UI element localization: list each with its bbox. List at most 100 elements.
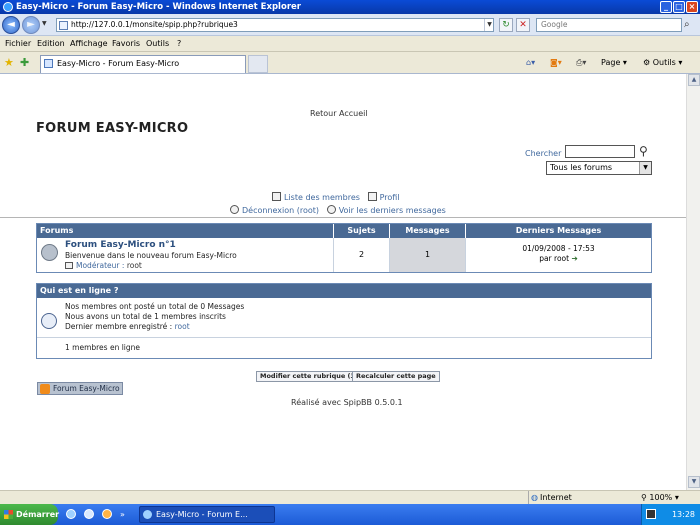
new-tab-button[interactable] (248, 55, 268, 73)
rss-forum-button[interactable]: Forum Easy-Micro (37, 382, 123, 395)
zoom-control[interactable]: ⚲ 100% ▾ (641, 491, 679, 504)
minimize-button[interactable]: _ (660, 1, 672, 13)
recalculate-page-button[interactable]: Recalculer cette page (352, 371, 440, 382)
menu-help[interactable]: ? (177, 39, 181, 48)
home-icon[interactable]: ⌂▾ (526, 58, 535, 67)
history-dropdown-icon[interactable]: ▼ (42, 20, 47, 27)
task-label: Easy-Micro - Forum E... (156, 510, 248, 519)
forum-name-link[interactable]: Forum Easy-Micro n°1 (65, 240, 176, 250)
last-message-cell: 01/09/2008 - 17:53 par root ➔ (466, 238, 651, 272)
refresh-icon[interactable]: ↻ (499, 18, 513, 32)
zoom-level: 100% (649, 493, 673, 502)
address-dropdown-icon[interactable]: ▼ (484, 19, 494, 31)
tab-bar: ★ ✚ Easy-Micro - Forum Easy-Micro ⌂▾ ◙▾ … (0, 52, 700, 74)
members-list-link[interactable]: Liste des membres (284, 193, 360, 202)
menu-outils[interactable]: Outils (146, 39, 169, 48)
last-by-user[interactable]: root (554, 254, 569, 263)
window-title: Easy-Micro - Forum Easy-Micro - Windows … (16, 2, 301, 12)
address-text: http://127.0.0.1/monsite/spip.php?rubriq… (71, 20, 238, 29)
footer-credit: Réalisé avec SpipBB 0.5.0.1 (291, 398, 403, 407)
task-ie-icon (143, 510, 152, 519)
retour-accueil-link[interactable]: Retour Accueil (310, 109, 368, 118)
rss-forum-label: Forum Easy-Micro (53, 384, 120, 393)
moderator-link[interactable]: root (127, 261, 142, 270)
tab-page-icon (44, 59, 53, 68)
tools-menu[interactable]: ⚙ Outils ▾ (643, 58, 682, 67)
total-members-text: Nous avons un total de 1 membres inscrit… (65, 312, 226, 321)
forum-scope-select[interactable]: Tous les forums ▼ (546, 161, 652, 175)
back-icon[interactable]: ◄ (2, 16, 20, 34)
globe-icon: ◍ (531, 493, 538, 502)
forum-moderator: Modérateur : root (65, 261, 142, 270)
last-message-date: 01/09/2008 - 17:53 (522, 244, 595, 253)
profile-link[interactable]: Profil (380, 193, 400, 202)
page-menu[interactable]: Page ▾ (601, 58, 627, 67)
quicklaunch-media-icon[interactable] (102, 509, 112, 519)
last-member-label: Dernier membre enregistré : (65, 322, 173, 331)
zoom-icon: ⚲ (641, 493, 647, 502)
tab-active[interactable]: Easy-Micro - Forum Easy-Micro (40, 55, 246, 73)
forward-icon[interactable]: ► (22, 16, 40, 34)
zone-label: Internet (540, 493, 572, 502)
system-tray: 13:28 (641, 504, 700, 525)
search-icon[interactable]: ⌕ (684, 19, 696, 31)
quicklaunch-ie-icon[interactable] (66, 509, 76, 519)
rss-feed-icon[interactable]: ◙▾ (550, 58, 562, 67)
last-by-label: par (539, 254, 552, 263)
page-content: ▲ ▼ Retour Accueil FORUM EASY-MICRO Cher… (0, 74, 700, 490)
power-icon (230, 205, 239, 214)
status-divider (528, 491, 529, 504)
who-online-stats: Nos membres ont posté un total de 0 Mess… (37, 298, 651, 338)
clock: 13:28 (671, 510, 695, 519)
vertical-scrollbar[interactable]: ▲ ▼ (686, 74, 700, 490)
forum-bubble-icon (41, 244, 58, 261)
address-input[interactable]: http://127.0.0.1/monsite/spip.php?rubriq… (56, 18, 494, 32)
last-member-link[interactable]: root (175, 322, 190, 331)
close-button[interactable]: × (686, 1, 698, 13)
magnifier-icon[interactable]: ⚲ (639, 144, 648, 158)
print-icon[interactable]: ⎙▾ (576, 58, 586, 68)
menu-favoris[interactable]: Favoris (112, 39, 140, 48)
add-favorite-icon[interactable]: ✚ (20, 56, 29, 69)
taskbar: Démarrer » Easy-Micro - Forum E... 13:28 (0, 504, 700, 525)
forum-cell: Forum Easy-Micro n°1 Bienvenue dans le n… (37, 238, 334, 272)
browser-window: Easy-Micro - Forum Easy-Micro - Windows … (0, 0, 700, 525)
favorites-star-icon[interactable]: ★ (4, 56, 14, 69)
magnifier-icon (326, 205, 336, 214)
chevron-down-icon: ▼ (639, 162, 651, 174)
divider (0, 217, 686, 218)
forum-search-input[interactable] (565, 145, 635, 158)
page-menu-label: Page (601, 58, 621, 67)
menu-fichier[interactable]: Fichier (5, 39, 31, 48)
members-online-text: 1 membres en ligne (65, 343, 141, 352)
tools-menu-label: Outils (652, 58, 676, 67)
scroll-down-icon[interactable]: ▼ (688, 476, 700, 488)
quicklaunch-expand-icon[interactable]: » (120, 510, 125, 519)
taskbar-task-ie[interactable]: Easy-Micro - Forum E... (139, 506, 275, 523)
gear-icon: ⚙ (643, 58, 651, 67)
sujets-count: 2 (334, 238, 390, 272)
tray-app-icon[interactable] (646, 509, 656, 519)
maximize-button[interactable]: □ (673, 1, 685, 13)
stop-icon[interactable]: ✕ (516, 18, 530, 32)
forum-description: Bienvenue dans le nouveau forum Easy-Mic… (65, 251, 237, 260)
scroll-up-icon[interactable]: ▲ (688, 74, 700, 86)
logout-link[interactable]: Déconnexion (root) (242, 206, 319, 215)
start-label: Démarrer (16, 510, 60, 519)
profile-icon (367, 192, 377, 201)
last-messages-link[interactable]: Voir les derniers messages (339, 206, 446, 215)
last-member-text: Dernier membre enregistré : root (65, 322, 190, 331)
menu-edition[interactable]: Edition (37, 39, 65, 48)
search-input[interactable]: Google (536, 18, 682, 32)
users-icon (41, 313, 57, 329)
table-row: Forum Easy-Micro n°1 Bienvenue dans le n… (37, 238, 651, 272)
who-online-table: Qui est en ligne ? Nos membres ont posté… (36, 283, 652, 359)
search-label: Chercher (525, 149, 562, 158)
quicklaunch-desktop-icon[interactable] (84, 509, 94, 519)
page-icon (59, 21, 68, 30)
modify-section-button[interactable]: Modifier cette rubrique (3) (256, 371, 362, 382)
menu-affichage[interactable]: Affichage (70, 39, 108, 48)
start-button[interactable]: Démarrer (0, 504, 60, 525)
forum-table: Forums Sujets Messages Derniers Messages… (36, 223, 652, 273)
goto-last-post-icon[interactable]: ➔ (571, 254, 577, 263)
